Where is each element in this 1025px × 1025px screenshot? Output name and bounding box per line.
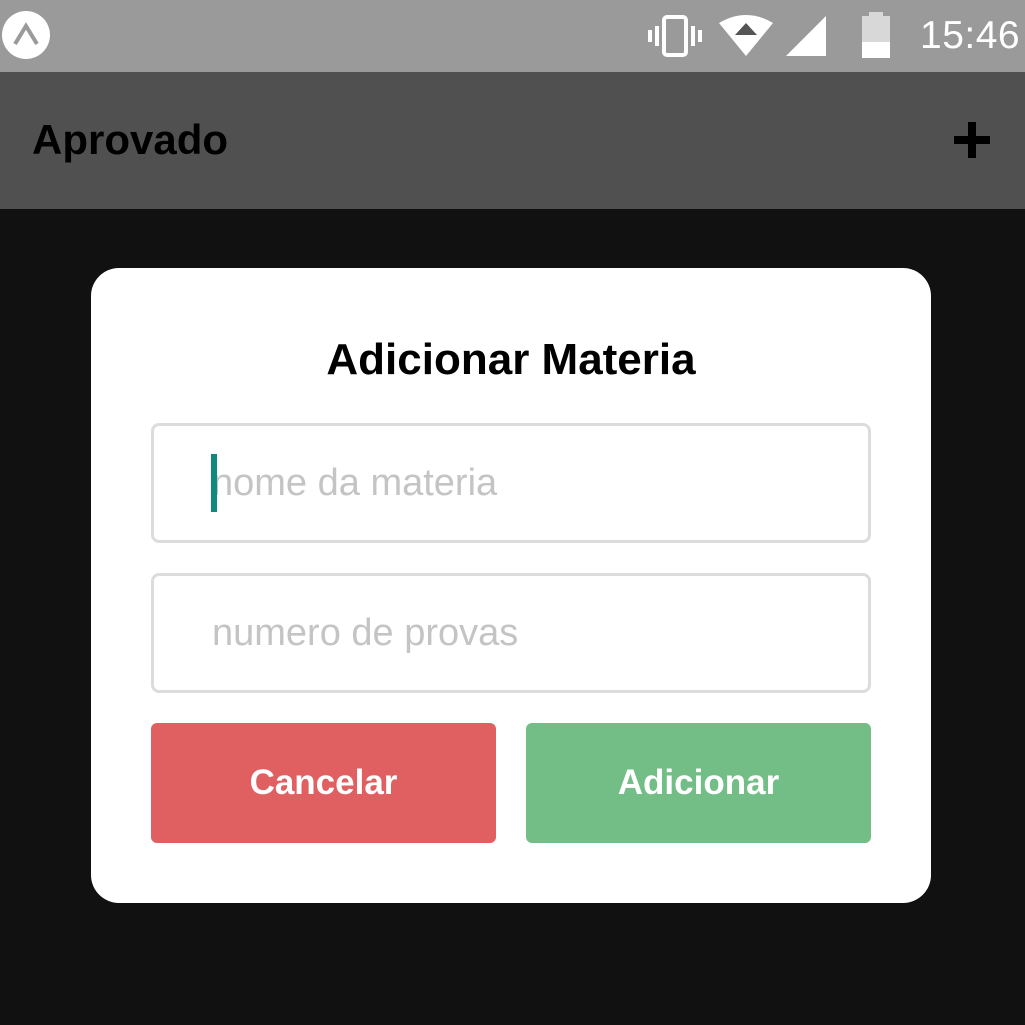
add-subject-button[interactable] bbox=[944, 112, 1000, 168]
text-caret bbox=[211, 454, 217, 512]
wifi-icon bbox=[718, 14, 774, 58]
exam-count-input[interactable] bbox=[154, 576, 868, 690]
subject-name-input[interactable] bbox=[154, 426, 868, 540]
vibrate-icon bbox=[646, 14, 704, 58]
subject-name-field[interactable] bbox=[151, 423, 871, 543]
app-title: Aprovado bbox=[32, 116, 229, 163]
add-subject-dialog: Adicionar Materia Cancelar Adicionar bbox=[91, 268, 931, 903]
battery-icon bbox=[860, 12, 892, 58]
exam-count-field[interactable] bbox=[151, 573, 871, 693]
cancel-button[interactable]: Cancelar bbox=[151, 723, 496, 843]
status-bar: 15:46 bbox=[0, 0, 1025, 72]
app-header: Aprovado bbox=[0, 72, 1025, 209]
status-clock: 15:46 bbox=[920, 14, 1021, 57]
dialog-title: Adicionar Materia bbox=[326, 335, 696, 384]
add-button[interactable]: Adicionar bbox=[526, 723, 871, 843]
expo-logo-icon bbox=[2, 11, 50, 59]
signal-icon bbox=[784, 14, 830, 58]
